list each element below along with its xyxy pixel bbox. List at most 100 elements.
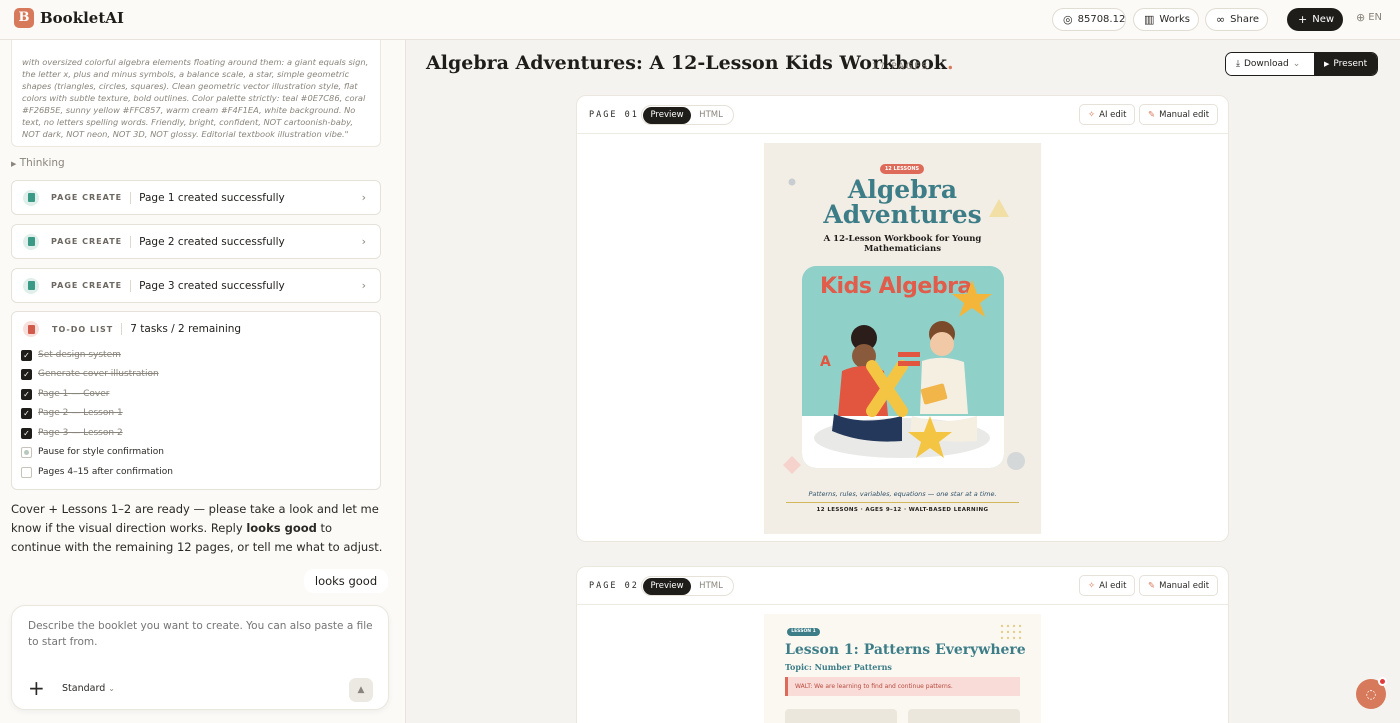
todo-item-label: Page 1 — Cover xyxy=(38,389,110,399)
svg-text:A: A xyxy=(820,354,831,370)
manual-edit-button[interactable]: ✎ Manual edit xyxy=(1139,104,1219,125)
page-create-message: Page 3 created successfully xyxy=(139,279,285,292)
support-chat-button[interactable]: ◌ xyxy=(1356,677,1387,709)
prompt-text: with oversized colorful algebra elements… xyxy=(22,57,369,139)
attach-plus-icon[interactable]: + xyxy=(28,678,45,698)
new-button[interactable]: + New xyxy=(1287,8,1343,31)
cover-page[interactable]: 12 LESSONS Algebra Adventures A 12-Lesso… xyxy=(764,143,1041,534)
cover-tagline: Patterns, rules, variables, equations — … xyxy=(808,490,997,498)
todo-item[interactable]: Pause for style confirmation xyxy=(21,445,164,459)
top-bar: B BookletAI ◎ 85708.12 ▥ Works ∞ Share +… xyxy=(0,0,1400,40)
checkbox-checked-icon[interactable]: ✓ xyxy=(21,388,32,400)
todo-item[interactable]: ✓ Page 1 — Cover xyxy=(21,387,109,401)
page-card-header: PAGE 02 Preview HTML ✧ AI edit ✎ Manual … xyxy=(577,567,1228,605)
app-name[interactable]: BookletAI xyxy=(40,9,124,27)
html-tab[interactable]: HTML xyxy=(691,581,731,591)
chevron-right-icon: › xyxy=(361,191,366,204)
divider xyxy=(130,279,132,292)
mode-select[interactable]: Standard ⌄ xyxy=(62,683,115,694)
checkbox-in-progress-icon[interactable] xyxy=(21,446,32,458)
new-label: New xyxy=(1312,14,1335,25)
page-create-card-1[interactable]: PAGE CREATE Page 1 created successfully … xyxy=(11,180,381,215)
file-icon xyxy=(23,277,39,294)
todo-item-label: Generate cover illustration xyxy=(38,369,159,379)
file-icon xyxy=(23,233,39,250)
send-arrow-icon[interactable]: ▲ xyxy=(349,678,373,702)
checkbox-checked-icon[interactable]: ✓ xyxy=(21,368,32,380)
page-create-card-3[interactable]: PAGE CREATE Page 3 created successfully … xyxy=(11,268,381,303)
divider xyxy=(121,323,123,335)
todo-item[interactable]: ✓ Generate cover illustration xyxy=(21,367,159,381)
chevron-down-icon: ⌄ xyxy=(1292,59,1301,69)
todo-item[interactable]: ✓ Page 3 — Lesson 2 xyxy=(21,426,123,440)
circle-decoration xyxy=(788,178,796,186)
credits-value: 85708.12 xyxy=(1077,14,1126,25)
chevron-down-icon: ⌄ xyxy=(108,684,115,693)
thinking-toggle[interactable]: ▶ Thinking xyxy=(11,157,65,169)
todo-list-card: TO-DO LIST 7 tasks / 2 remaining ✓ Set d… xyxy=(11,311,381,490)
lesson-page[interactable]: LESSON 1 Lesson 1: Patterns Everywhere T… xyxy=(764,614,1041,723)
manual-edit-button[interactable]: ✎ Manual edit xyxy=(1139,575,1219,596)
export-controls: ⤓ Download ⌄ ▶ Present xyxy=(1225,52,1378,76)
lesson-badge: LESSON 1 xyxy=(787,628,820,636)
page-create-card-2[interactable]: PAGE CREATE Page 2 created successfully … xyxy=(11,224,381,259)
todo-item-label: Page 2 — Lesson 1 xyxy=(38,408,123,418)
divider xyxy=(130,235,132,248)
cover-footer: 12 LESSONS · AGES 9–12 · WALT-BASED LEAR… xyxy=(816,507,989,513)
present-button[interactable]: ▶ Present xyxy=(1314,53,1377,75)
todo-item[interactable]: ✓ Set design system xyxy=(21,348,121,362)
checkbox-checked-icon[interactable]: ✓ xyxy=(21,349,32,361)
triangle-decoration xyxy=(989,199,1009,217)
checkbox-checked-icon[interactable]: ✓ xyxy=(21,407,32,419)
page-create-message: Page 2 created successfully xyxy=(139,235,285,248)
preview-tab[interactable]: Preview xyxy=(643,106,691,124)
page-create-message: Page 1 created successfully xyxy=(139,191,285,204)
diamond-decoration xyxy=(783,456,801,474)
language-switcher[interactable]: ⊕ EN xyxy=(1356,12,1382,23)
view-toggle: Preview HTML xyxy=(641,105,734,125)
reply-bold: looks good xyxy=(246,521,317,535)
page-card-header: PAGE 01 Preview HTML ✧ AI edit ✎ Manual … xyxy=(577,96,1228,134)
manual-edit-label: Manual edit xyxy=(1159,580,1210,591)
mode-label: Standard xyxy=(62,683,106,694)
checkbox-empty-icon[interactable] xyxy=(21,466,32,478)
prompt-excerpt: with oversized colorful algebra elements… xyxy=(11,40,381,147)
play-icon: ▶ xyxy=(1324,60,1330,68)
credits-button[interactable]: ◎ 85708.12 xyxy=(1052,8,1126,31)
page-create-tag: PAGE CREATE xyxy=(51,281,123,290)
ai-edit-button[interactable]: ✧ AI edit xyxy=(1079,104,1136,125)
caret-right-icon: ▶ xyxy=(11,160,17,168)
sparkle-icon: ✧ xyxy=(1088,580,1096,591)
app-logo[interactable]: B xyxy=(14,8,34,28)
language-label: EN xyxy=(1368,12,1383,23)
page-create-tag: PAGE CREATE xyxy=(51,193,123,202)
download-button[interactable]: ⤓ Download ⌄ xyxy=(1226,53,1314,75)
todo-item[interactable]: ✓ Page 2 — Lesson 1 xyxy=(21,406,123,420)
dots-decoration xyxy=(1000,624,1022,640)
file-icon xyxy=(23,189,39,206)
todo-item[interactable]: Pages 4–15 after confirmation xyxy=(21,465,173,479)
download-icon: ⤓ xyxy=(1236,59,1240,69)
user-message: looks good xyxy=(304,569,388,593)
activity-box xyxy=(785,709,897,723)
checkbox-checked-icon[interactable]: ✓ xyxy=(21,427,32,439)
chevron-right-icon: › xyxy=(361,235,366,248)
works-button[interactable]: ▥ Works xyxy=(1133,8,1199,31)
manual-edit-label: Manual edit xyxy=(1159,109,1210,120)
prompt-input[interactable] xyxy=(28,618,378,650)
todo-item-label: Set design system xyxy=(38,350,121,360)
notification-dot xyxy=(1378,677,1387,686)
ai-edit-button[interactable]: ✧ AI edit xyxy=(1079,575,1136,596)
todo-item-label: Page 3 — Lesson 2 xyxy=(38,428,123,438)
chat-panel: with oversized colorful algebra elements… xyxy=(0,40,406,723)
share-button[interactable]: ∞ Share xyxy=(1205,8,1268,31)
present-label: Present xyxy=(1333,59,1368,69)
html-tab[interactable]: HTML xyxy=(691,110,731,120)
todo-tag: TO-DO LIST xyxy=(52,324,114,334)
preview-tab[interactable]: Preview xyxy=(643,577,691,595)
cover-badge: 12 LESSONS xyxy=(880,164,924,174)
ai-edit-label: AI edit xyxy=(1099,580,1127,591)
page-count: 17 PAGES xyxy=(872,62,930,72)
todo-item-label: Pages 4–15 after confirmation xyxy=(38,467,173,477)
todo-item-label: Pause for style confirmation xyxy=(38,447,164,457)
